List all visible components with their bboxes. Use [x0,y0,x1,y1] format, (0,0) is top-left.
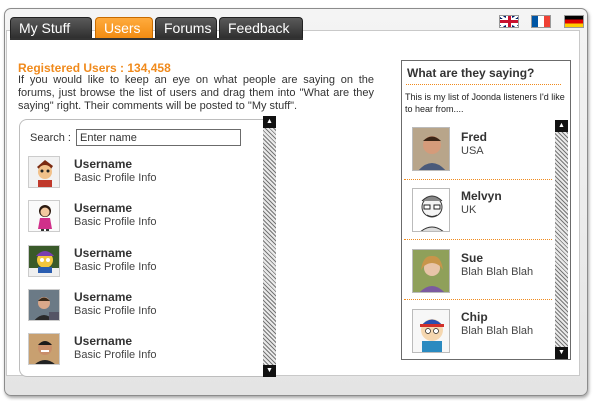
listener-item[interactable]: Chip Blah Blah Blah [404,300,552,360]
user-list-item[interactable]: Username Basic Profile Info [28,289,248,329]
user-name: Username [74,157,133,171]
listener-location: UK [461,204,477,216]
user-avatar-icon [28,333,60,365]
listener-name: Chip [461,310,488,324]
search-input[interactable] [76,129,241,146]
user-list-item[interactable]: Username Basic Profile Info [28,156,248,196]
listener-item[interactable]: Melvyn UK [404,180,552,240]
user-avatar-icon [28,200,60,232]
user-name: Username [74,201,133,215]
listener-list-scrollbar[interactable]: ▲ ▼ [555,120,568,359]
user-profile-info: Basic Profile Info [74,305,157,317]
user-profile-info: Basic Profile Info [74,349,157,361]
user-avatar-icon [28,156,60,188]
uk-flag-icon[interactable] [499,15,519,28]
intro-text: If you would like to keep an eye on what… [18,74,374,112]
listener-location: Blah Blah Blah [461,266,534,278]
tab-bar-divider [10,38,303,40]
listener-name: Fred [461,130,488,144]
user-list-item[interactable]: Username Basic Profile Info [28,245,248,285]
user-list-item[interactable]: Username Basic Profile Info [28,200,248,240]
listener-item[interactable]: Sue Blah Blah Blah [404,240,552,300]
france-flag-icon[interactable] [531,15,551,28]
germany-flag-icon[interactable] [564,15,584,28]
tab-forums[interactable]: Forums [155,17,217,38]
registered-users-count: Registered Users : 134,458 [18,61,171,75]
user-name: Username [74,290,133,304]
tab-my-stuff[interactable]: My Stuff [10,17,92,38]
user-avatar-icon [28,245,60,277]
listener-avatar-icon [412,188,450,232]
scroll-down-arrow-icon[interactable]: ▼ [555,347,568,359]
scroll-up-arrow-icon[interactable]: ▲ [555,120,568,132]
listener-location: USA [461,145,484,157]
listener-name: Melvyn [461,189,502,203]
user-profile-info: Basic Profile Info [74,261,157,273]
panel-description: This is my list of Joonda listeners I'd … [405,92,565,114]
panel-title: What are they saying? [407,66,535,80]
user-list-item[interactable]: Username Basic Profile Info [28,333,248,373]
scroll-up-arrow-icon[interactable]: ▲ [263,116,276,128]
listener-item[interactable]: Fred USA [404,120,552,180]
user-list-scrollbar[interactable]: ▲ ▼ [263,116,276,377]
title-divider [406,84,561,85]
listener-location: Blah Blah Blah [461,325,534,337]
user-avatar-icon [28,289,60,321]
tab-users[interactable]: Users [95,17,153,38]
user-list-panel: Search : Username Basic Profile Info Use… [19,119,263,377]
what-are-they-saying-panel: What are they saying? This is my list of… [401,60,571,360]
listener-avatar-icon [412,249,450,293]
search-label: Search : [30,132,71,144]
listener-avatar-icon [412,309,450,353]
listener-name: Sue [461,251,484,265]
user-profile-info: Basic Profile Info [74,172,157,184]
user-name: Username [74,334,133,348]
user-name: Username [74,246,133,260]
scroll-down-arrow-icon[interactable]: ▼ [263,365,276,377]
tab-feedback[interactable]: Feedback [219,17,303,38]
listener-avatar-icon [412,127,450,171]
user-profile-info: Basic Profile Info [74,216,157,228]
